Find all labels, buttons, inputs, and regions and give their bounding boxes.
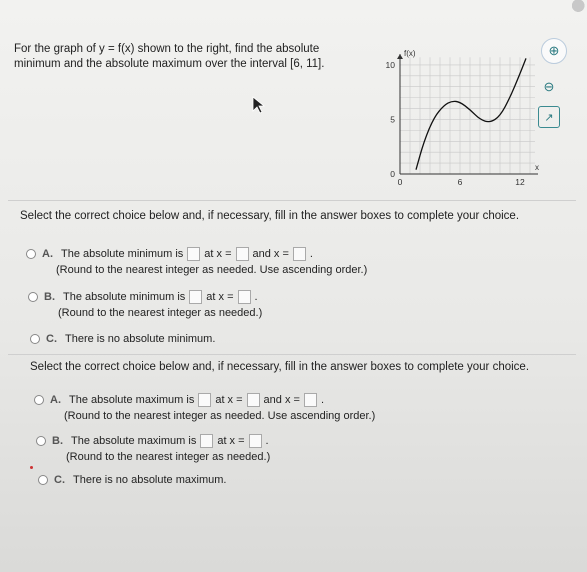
min-choice-b-radio[interactable] — [28, 292, 38, 302]
max-choice-c-radio[interactable] — [38, 475, 48, 485]
max-b-value-input[interactable] — [200, 434, 214, 448]
max-choice-a-letter: A. — [50, 394, 61, 406]
zoom-out-glyph: ⊖ — [543, 79, 555, 94]
stray-dot — [30, 466, 33, 469]
min-choice-c-text: There is no absolute minimum. — [65, 333, 216, 345]
function-curve — [415, 58, 527, 170]
min-choice-a-at: at x = — [204, 248, 232, 260]
y-tick-label: 5 — [390, 114, 395, 124]
max-choice-b-radio[interactable] — [36, 436, 46, 446]
min-choice-a-note: (Round to the nearest integer as needed.… — [56, 264, 368, 276]
graph-labels: 0 6 12 0 5 10 f(x) x — [386, 49, 539, 187]
max-choice-a-at: at x = — [215, 394, 243, 406]
section-divider — [8, 200, 576, 201]
function-graph: 0 6 12 0 5 10 f(x) x — [386, 49, 539, 187]
question-line-2: minimum and the absolute maximum over th… — [14, 58, 325, 70]
y-tick-label: 0 — [390, 169, 395, 179]
min-prompt: Select the correct choice below and, if … — [20, 210, 520, 222]
max-choice-a-and: and x = — [263, 394, 300, 406]
y-axis-label: f(x) — [404, 49, 416, 58]
max-choice-a[interactable]: A. The absolute maximum is at x = and x … — [34, 392, 375, 424]
zoom-out-icon[interactable]: ⊖ — [536, 74, 562, 100]
popout-icon[interactable]: ↗ — [538, 106, 560, 128]
min-b-value-input[interactable] — [189, 290, 203, 304]
homework-page: For the graph of y = f(x) shown to the r… — [0, 0, 587, 572]
max-choice-b-letter: B. — [52, 435, 63, 447]
min-choice-c-letter: C. — [46, 333, 57, 345]
y-axis-arrow — [397, 54, 403, 59]
max-x1-input[interactable] — [246, 393, 260, 407]
popout-glyph: ↗ — [544, 111, 554, 124]
max-choice-b[interactable]: B. The absolute maximum is at x = . (Rou… — [36, 433, 270, 465]
max-choice-b-note: (Round to the nearest integer as needed.… — [66, 451, 271, 463]
min-x1-input[interactable] — [235, 247, 249, 261]
max-prompt: Select the correct choice below and, if … — [30, 361, 530, 373]
max-x2-input[interactable] — [303, 393, 317, 407]
settings-gear-icon[interactable] — [565, 0, 587, 14]
min-choice-b-text: The absolute minimum is — [63, 291, 186, 303]
question-line-1: For the graph of y = f(x) shown to the r… — [14, 43, 320, 55]
max-choice-a-end: . — [320, 394, 324, 406]
max-choice-a-radio[interactable] — [34, 395, 44, 405]
min-choice-a-radio[interactable] — [26, 249, 36, 259]
max-choice-c[interactable]: C. There is no absolute maximum. — [38, 472, 226, 488]
max-choice-b-at: at x = — [217, 435, 245, 447]
min-choice-c[interactable]: C. There is no absolute minimum. — [30, 331, 215, 347]
min-value-input[interactable] — [187, 247, 201, 261]
x-tick-label: 12 — [515, 177, 525, 187]
max-choice-a-note: (Round to the nearest integer as needed.… — [64, 410, 376, 422]
mouse-cursor-icon — [252, 96, 266, 114]
min-choice-b-letter: B. — [44, 291, 55, 303]
max-choice-a-text: The absolute maximum is — [69, 394, 195, 406]
max-choice-b-end: . — [265, 435, 269, 447]
min-choice-a-letter: A. — [42, 248, 53, 260]
max-b-x-input[interactable] — [248, 434, 262, 448]
min-choice-a[interactable]: A. The absolute minimum is at x = and x … — [26, 246, 367, 278]
min-b-x-input[interactable] — [237, 290, 251, 304]
max-choice-c-text: There is no absolute maximum. — [73, 474, 227, 486]
min-choice-c-radio[interactable] — [30, 334, 40, 344]
zoom-in-icon[interactable]: ⊕ — [541, 38, 567, 64]
min-choice-b-note: (Round to the nearest integer as needed.… — [58, 307, 263, 319]
x-axis-label: x — [535, 163, 539, 172]
x-tick-label: 6 — [458, 177, 463, 187]
question-text: For the graph of y = f(x) shown to the r… — [14, 42, 364, 72]
min-choice-b-end: . — [254, 291, 258, 303]
max-choice-c-letter: C. — [54, 474, 65, 486]
graph-axes — [397, 54, 538, 175]
zoom-in-glyph: ⊕ — [548, 43, 560, 58]
max-value-input[interactable] — [198, 393, 212, 407]
max-choice-b-text: The absolute maximum is — [71, 435, 197, 447]
min-x2-input[interactable] — [292, 247, 306, 261]
x-tick-label: 0 — [398, 177, 403, 187]
section-divider-2 — [8, 354, 576, 355]
y-tick-label: 10 — [386, 60, 396, 70]
min-choice-b[interactable]: B. The absolute minimum is at x = . (Rou… — [28, 289, 262, 321]
min-choice-a-and: and x = — [252, 248, 289, 260]
min-choice-a-text: The absolute minimum is — [61, 248, 184, 260]
min-choice-b-at: at x = — [206, 291, 234, 303]
min-choice-a-end: . — [309, 248, 313, 260]
